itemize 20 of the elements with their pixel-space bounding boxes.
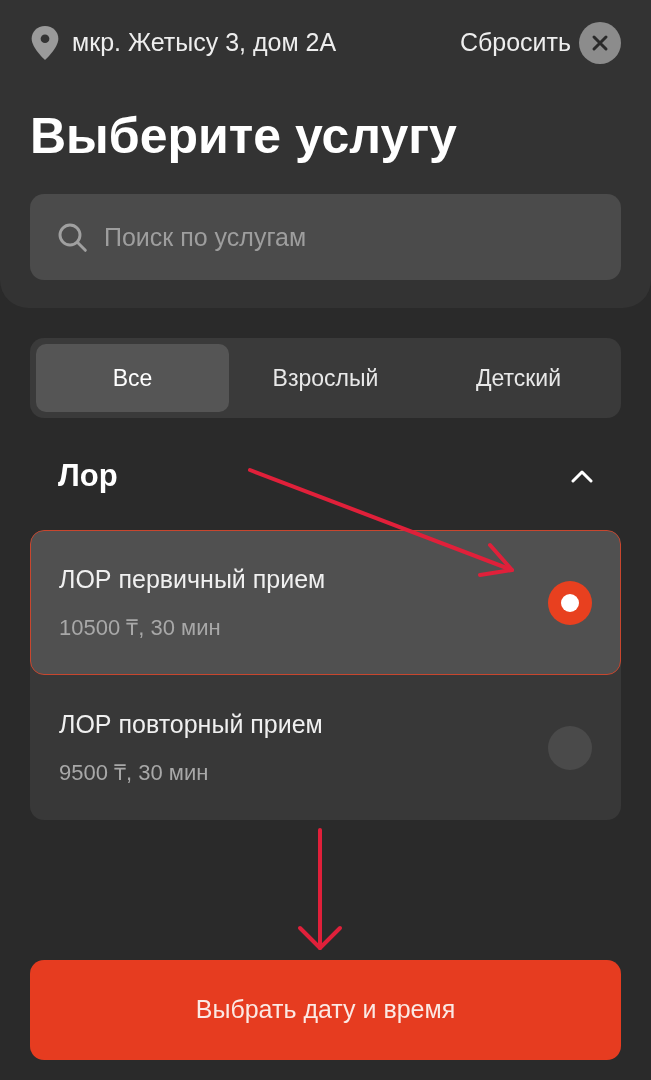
page-title: Выберите услугу [30, 107, 458, 166]
choose-date-time-button[interactable]: Выбрать дату и время [30, 960, 621, 1060]
close-icon[interactable] [579, 22, 621, 64]
radio-button[interactable] [548, 580, 592, 625]
location-pin-icon [30, 26, 60, 60]
chevron-up-icon[interactable] [571, 469, 593, 483]
service-details: 9500 ₸, 30 мин [59, 758, 210, 787]
address-text[interactable]: мкр. Жетысу 3, дом 2А [72, 24, 337, 62]
service-name: ЛОР первичный прием [59, 564, 326, 596]
filter-tab[interactable]: Детский [422, 344, 615, 412]
service-details: 10500 ₸, 30 мин [59, 613, 222, 642]
service-name: ЛОР повторный прием [59, 709, 323, 741]
filter-tab[interactable]: Взрослый [229, 344, 422, 412]
search-field[interactable]: Поиск по услугам [30, 194, 621, 280]
filter-tab[interactable]: Все [36, 344, 229, 412]
service-item[interactable]: ЛОР повторный прием 9500 ₸, 30 мин [30, 675, 621, 820]
service-item[interactable]: ЛОР первичный прием 10500 ₸, 30 мин [30, 530, 621, 675]
search-icon [56, 221, 88, 253]
reset-button[interactable]: Сбросить [459, 24, 571, 62]
section-title: Лор [58, 456, 118, 495]
